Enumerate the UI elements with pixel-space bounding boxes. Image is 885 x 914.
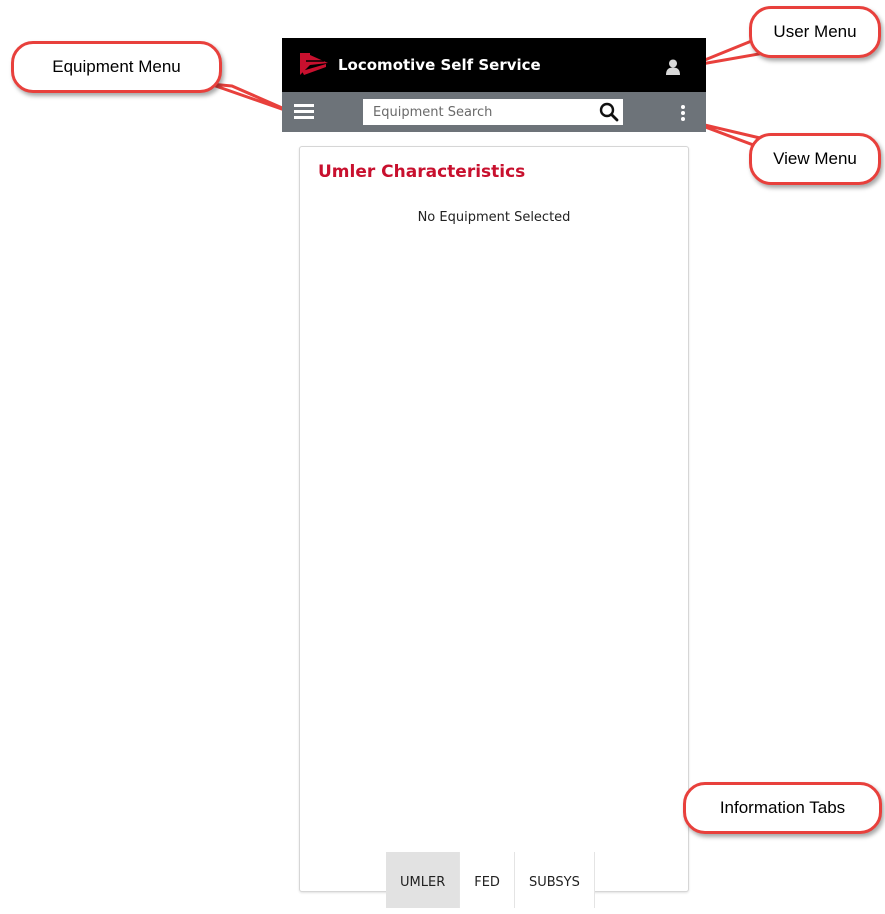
search-box [363, 99, 623, 125]
app-title: Locomotive Self Service [338, 56, 541, 74]
hamburger-menu-icon[interactable] [294, 104, 314, 122]
tab-umler[interactable]: UMLER [386, 852, 461, 908]
user-icon[interactable] [666, 59, 680, 75]
card-title: Umler Characteristics [318, 162, 526, 182]
search-bar [282, 92, 706, 132]
information-tabs: UMLER FED SUBSYS [386, 852, 595, 908]
umler-characteristics-card: Umler Characteristics No Equipment Selec… [299, 146, 689, 892]
callout-user-menu: User Menu [749, 6, 881, 58]
vertical-dots-icon[interactable] [680, 105, 686, 123]
callout-information-tabs: Information Tabs [683, 782, 882, 834]
callout-equipment-menu: Equipment Menu [11, 41, 222, 93]
callout-view-menu: View Menu [749, 133, 881, 185]
railroad-logo-icon [300, 53, 328, 75]
equipment-search-input[interactable] [363, 99, 593, 125]
app-header: Locomotive Self Service [282, 38, 706, 92]
search-icon[interactable] [599, 102, 619, 122]
tab-fed[interactable]: FED [460, 852, 515, 908]
empty-state-message: No Equipment Selected [417, 210, 571, 225]
tab-subsys[interactable]: SUBSYS [515, 852, 595, 908]
